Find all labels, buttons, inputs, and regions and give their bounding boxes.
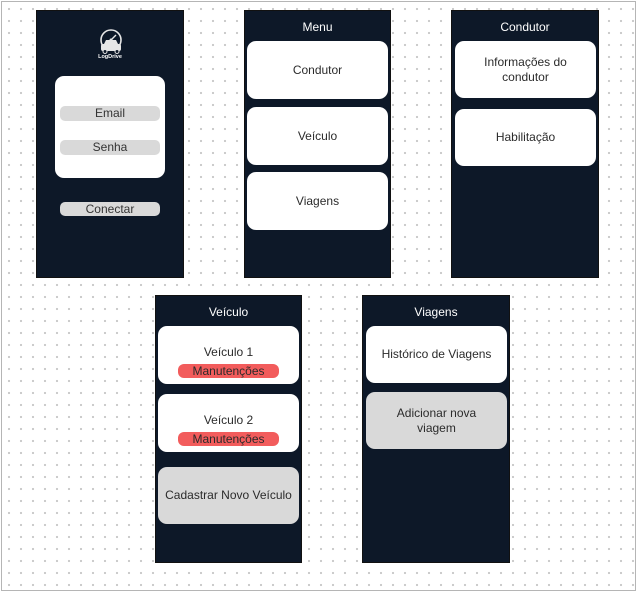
license-button[interactable]: Habilitação — [455, 109, 596, 166]
driver-screen: Condutor Informações do condutor Habilit… — [451, 10, 599, 278]
menu-item-veiculo[interactable]: Veículo — [247, 107, 388, 165]
driver-info-button[interactable]: Informações do condutor — [455, 41, 596, 98]
maintenance-button[interactable]: Manutenções — [178, 364, 279, 378]
connect-button[interactable]: Conectar — [60, 202, 160, 216]
menu-title: Menu — [302, 20, 333, 34]
driver-title: Condutor — [500, 20, 550, 34]
menu-item-condutor[interactable]: Condutor — [247, 41, 388, 99]
vehicle-card[interactable]: Veículo 1 Manutenções — [158, 326, 299, 384]
login-screen: LogDrive Email Senha Conectar — [36, 10, 184, 278]
maintenance-button[interactable]: Manutenções — [178, 432, 279, 446]
password-field[interactable]: Senha — [60, 140, 160, 155]
vehicle-name: Veículo 1 — [203, 345, 254, 359]
trips-screen: Viagens Histórico de Viagens Adicionar n… — [362, 295, 510, 563]
vehicle-title: Veículo — [208, 305, 249, 319]
email-field[interactable]: Email — [60, 106, 160, 121]
menu-screen: Menu Condutor Veículo Viagens — [244, 10, 391, 278]
trip-history-button[interactable]: Histórico de Viagens — [366, 326, 507, 383]
vehicle-name: Veículo 2 — [203, 413, 254, 427]
vehicle-screen: Veículo Veículo 1 Manutenções Veículo 2 … — [155, 295, 302, 563]
register-vehicle-button[interactable]: Cadastrar Novo Veículo — [158, 467, 299, 524]
logo-text: LogDrive — [98, 54, 122, 60]
add-trip-button[interactable]: Adicionar nova viagem — [366, 392, 507, 449]
login-form-card: Email Senha — [55, 76, 165, 178]
trips-title: Viagens — [414, 305, 458, 319]
vehicle-card[interactable]: Veículo 2 Manutenções — [158, 394, 299, 452]
menu-item-viagens[interactable]: Viagens — [247, 172, 388, 230]
